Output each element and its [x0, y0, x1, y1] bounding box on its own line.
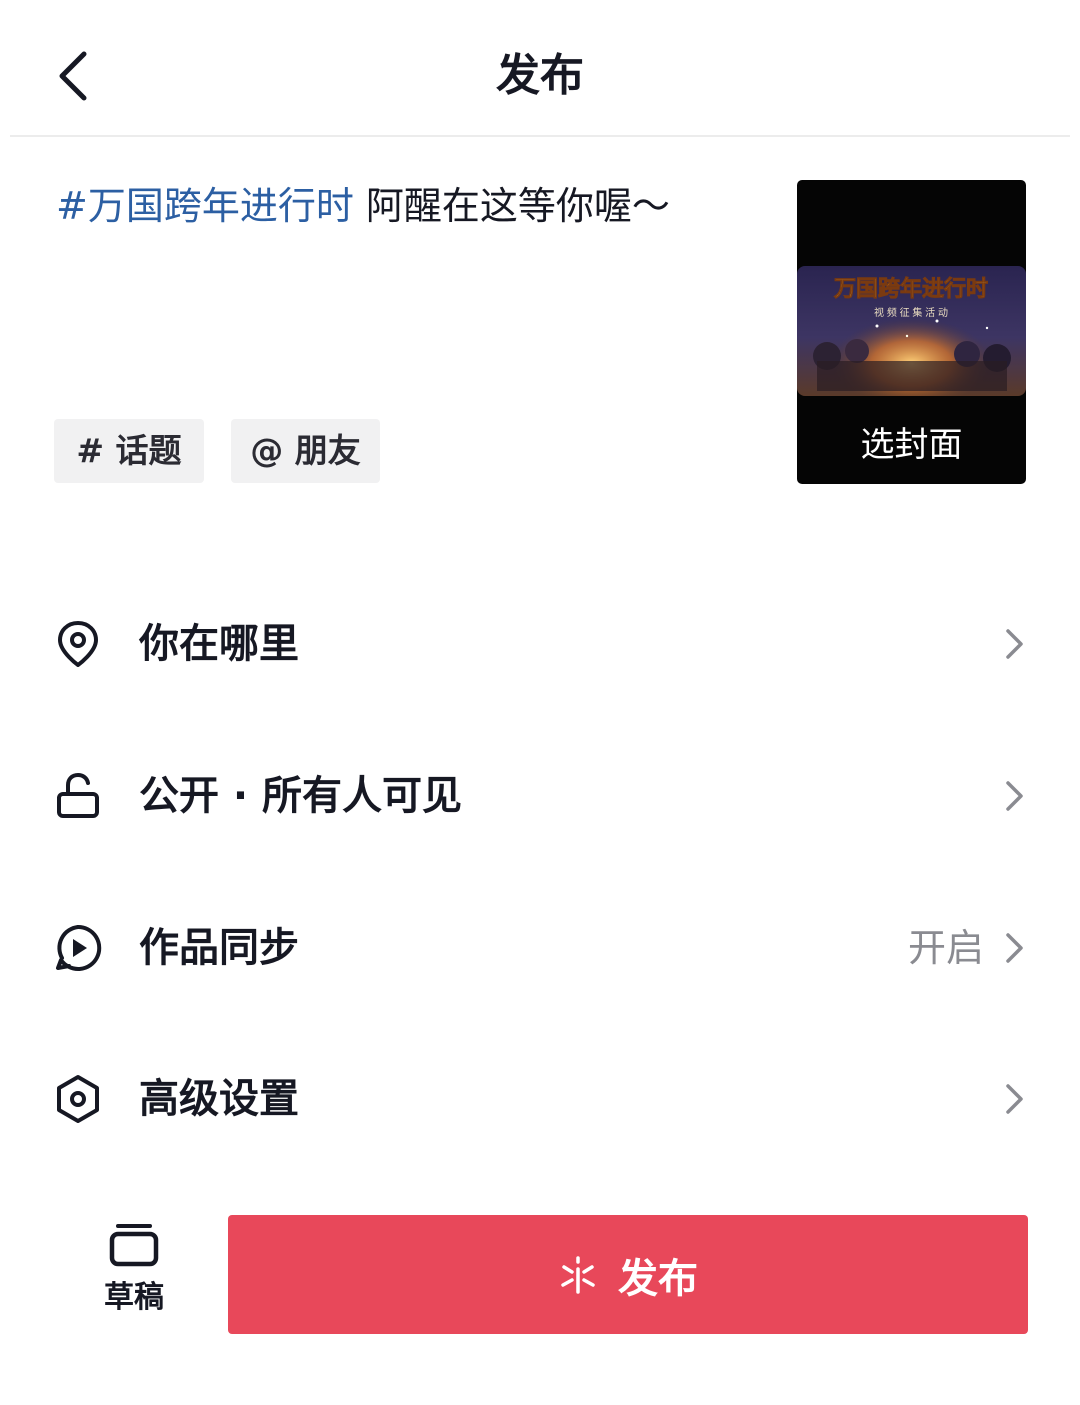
draft-label: 草稿 — [104, 1280, 164, 1315]
cover-thumbnail-image: 万国跨年进行时 视 频 征 集 活 动 — [797, 266, 1026, 396]
chevron-right-icon — [1006, 1084, 1023, 1114]
caption-hashtag[interactable]: #万国跨年进行时 — [56, 184, 354, 228]
publish-button-content: 发布 — [228, 1215, 1028, 1334]
cover-art-subtitle: 视 频 征 集 活 动 — [874, 306, 948, 319]
sync-row[interactable]: 作品同步 开启 — [0, 892, 1080, 1002]
chevron-right-icon — [1006, 781, 1023, 811]
visibility-row[interactable]: 公开 · 所有人可见 — [0, 740, 1080, 850]
sync-play-icon — [56, 924, 102, 971]
header: 发布 — [0, 0, 1080, 137]
mention-friend-chip-button[interactable]: @ 朋友 — [231, 419, 380, 483]
publish-label: 发布 — [618, 1255, 698, 1302]
sync-status-value: 开启 — [907, 926, 984, 970]
caption-text: 阿醒在这等你喔～ — [353, 184, 670, 228]
select-cover-label: 选封面 — [860, 425, 963, 465]
visibility-label: 公开 · 所有人可见 — [139, 773, 463, 819]
header-divider — [10, 135, 1070, 137]
chevron-right-icon — [1006, 629, 1023, 659]
advanced-settings-label: 高级设置 — [139, 1076, 299, 1122]
hexagon-settings-icon — [57, 1075, 99, 1123]
advanced-settings-row[interactable]: 高级设置 — [0, 1043, 1080, 1153]
chevron-right-icon — [1006, 933, 1023, 963]
location-pin-icon — [58, 621, 98, 667]
topic-chip-button[interactable]: # 话题 — [54, 419, 204, 483]
caption-input[interactable]: #万国跨年进行时 阿醒在这等你喔～ — [56, 176, 756, 236]
location-label: 你在哪里 — [139, 621, 299, 667]
cover-art-title: 万国跨年进行时 — [833, 276, 988, 301]
draft-box-icon — [109, 1224, 159, 1267]
sync-label: 作品同步 — [139, 925, 299, 971]
location-row[interactable]: 你在哪里 — [0, 588, 1080, 698]
publish-page: 发布 #万国跨年进行时 阿醒在这等你喔～ # 话题 @ 朋友 万国跨年进行时 视… — [0, 0, 1080, 1405]
page-title: 发布 — [496, 50, 584, 101]
draft-button[interactable]: 草稿 — [86, 1214, 182, 1324]
sparkle-icon — [561, 1255, 595, 1294]
lock-open-icon — [57, 772, 99, 818]
publish-button[interactable]: 发布 — [228, 1215, 1028, 1334]
select-cover-button[interactable]: 万国跨年进行时 视 频 征 集 活 动 选封面 — [797, 180, 1026, 484]
